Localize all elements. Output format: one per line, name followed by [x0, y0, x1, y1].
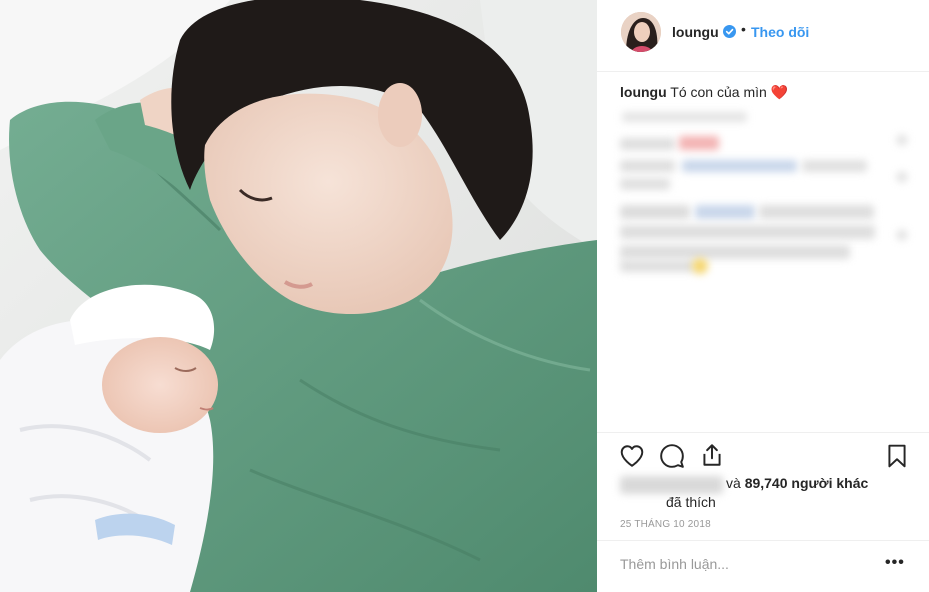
avatar-image — [621, 12, 661, 52]
comment-bubble-icon[interactable] — [659, 443, 685, 469]
comment-input[interactable] — [620, 556, 870, 572]
likes-suffix[interactable]: người khác — [791, 475, 868, 491]
liked-label: đã thích — [666, 494, 716, 510]
post-date[interactable]: 25 THÁNG 10 2018 — [620, 519, 711, 530]
post-caption: loungu Tó con của mìn ❤️ — [620, 84, 788, 101]
comment-bar: ••• — [597, 540, 929, 592]
caption-text: Tó con của mìn — [670, 84, 767, 100]
header-username[interactable]: loungu — [672, 24, 719, 40]
follow-button[interactable]: Theo dõi — [751, 24, 809, 40]
action-bar — [597, 432, 929, 472]
likes-prefix: và — [726, 475, 741, 491]
verified-badge-icon — [723, 25, 736, 38]
likes-count[interactable]: 89,740 — [745, 475, 788, 491]
heart-emoji: ❤️ — [770, 84, 789, 100]
post-side-panel: loungu • Theo dõi loungu Tó con của mìn … — [597, 0, 929, 592]
heart-icon[interactable] — [619, 443, 645, 469]
photo-illustration — [0, 0, 597, 592]
avatar[interactable] — [621, 12, 661, 52]
header-separator: • — [741, 21, 746, 37]
share-icon[interactable] — [699, 442, 725, 468]
more-options-button[interactable]: ••• — [885, 554, 905, 572]
bookmark-icon[interactable] — [884, 443, 910, 469]
likes-summary: và 89,740 người khác — [726, 475, 868, 491]
post-header: loungu • Theo dõi — [597, 0, 929, 72]
caption-username[interactable]: loungu — [620, 84, 667, 100]
post-photo[interactable] — [0, 0, 597, 592]
